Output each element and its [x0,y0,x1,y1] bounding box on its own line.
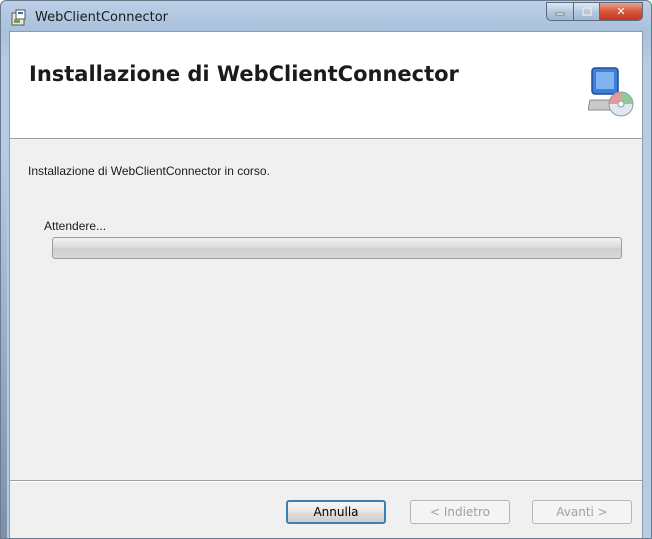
window-frame-edge [1,151,7,538]
maximize-icon [581,7,592,16]
install-progress-bar [52,237,622,259]
close-icon: ✕ [616,6,626,18]
minimize-button[interactable] [546,2,573,21]
installer-window: WebClientConnector ✕ Installazione di We… [0,0,652,539]
wait-label: Attendere... [44,219,107,233]
title-bar[interactable]: WebClientConnector ✕ [1,1,651,35]
computer-cd-icon [587,66,634,118]
dialog-header: Installazione di WebClientConnector [10,32,642,139]
dialog-client-area: Installazione di WebClientConnector Inst… [9,31,643,538]
minimize-icon [555,12,565,15]
window-title: WebClientConnector [35,10,169,25]
caption-buttons: ✕ [546,2,643,22]
footer-divider [10,480,642,482]
back-button[interactable]: < Indietro [410,500,510,524]
close-button[interactable]: ✕ [599,2,643,21]
cancel-button[interactable]: Annulla [286,500,386,524]
page-title: Installazione di WebClientConnector [29,62,459,86]
installer-app-icon[interactable] [11,9,29,27]
install-status-text: Installazione di WebClientConnector in c… [28,164,270,178]
next-button[interactable]: Avanti > [532,500,632,524]
maximize-button[interactable] [573,2,599,21]
